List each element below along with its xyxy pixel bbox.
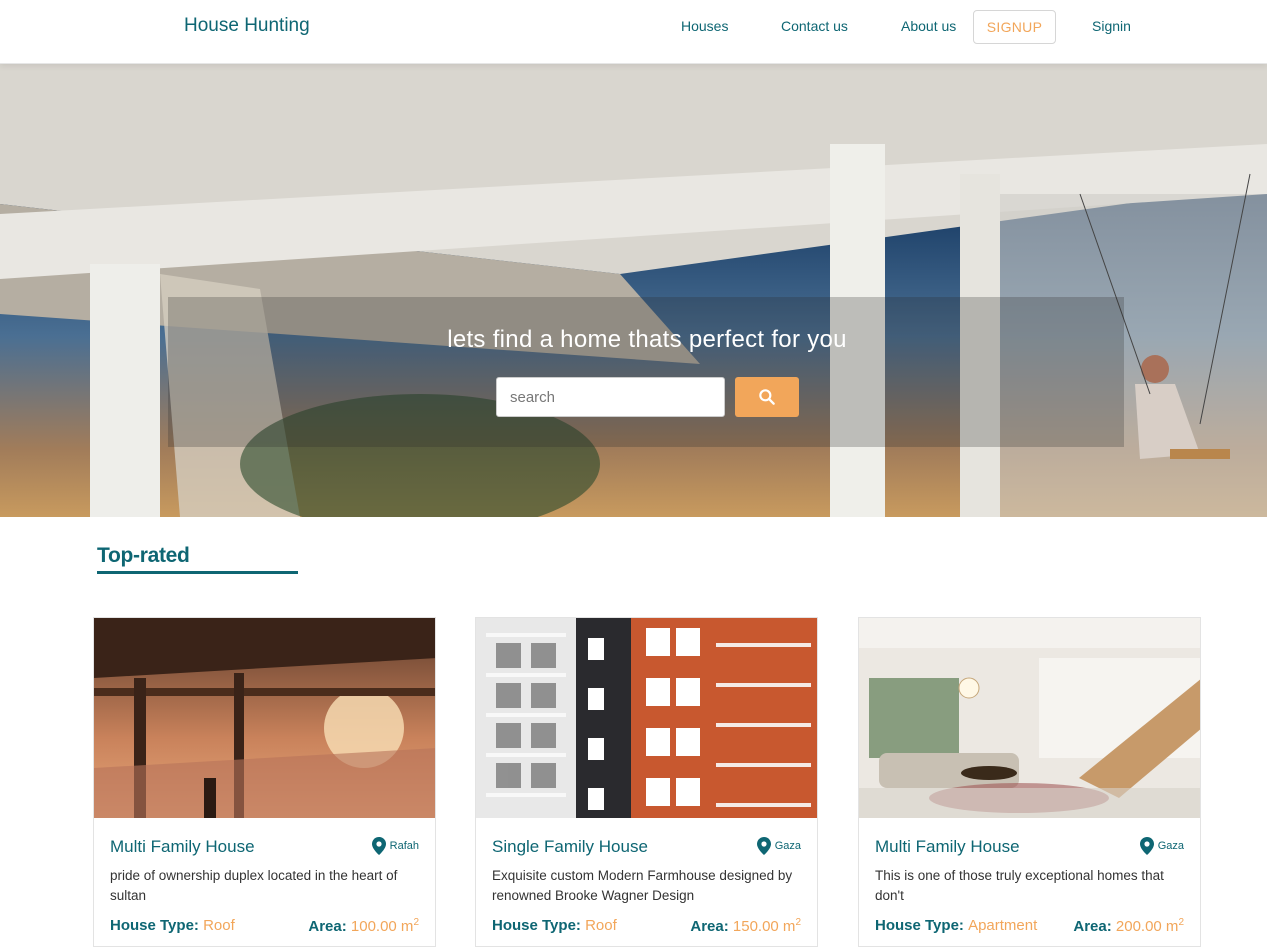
brand-logo[interactable]: House Hunting <box>184 15 310 37</box>
house-photo[interactable] <box>476 618 817 818</box>
top-rated-heading: Top-rated <box>97 544 190 567</box>
card-description: This is one of those truly exceptional h… <box>875 868 1164 903</box>
location-label: Gaza <box>774 840 801 852</box>
card-location: Gaza <box>756 837 801 855</box>
card-title[interactable]: Single Family House <box>492 837 648 857</box>
location-pin-icon <box>756 837 771 855</box>
card-description: Exquisite custom Modern Farmhouse design… <box>492 868 793 903</box>
search-icon <box>759 389 775 405</box>
area-label: Area: <box>1073 918 1112 935</box>
card-house-type: House Type: Apartment <box>875 917 1037 934</box>
navbar: House Hunting Houses Contact us About us… <box>0 0 1267 64</box>
area-value: 150.00 m <box>732 918 796 935</box>
location-label: Rafah <box>389 840 419 852</box>
location-pin-icon <box>1139 837 1154 855</box>
area-label: Area: <box>308 918 347 935</box>
house-type-value: Roof <box>203 917 235 934</box>
house-type-value: Apartment <box>968 917 1038 934</box>
area-unit-superscript: 2 <box>1178 917 1184 928</box>
card-area: Area: 150.00 m2 <box>690 917 801 935</box>
location-label: Gaza <box>1157 840 1184 852</box>
hero-search-panel <box>168 297 1124 447</box>
card-location: Gaza <box>1139 837 1184 855</box>
hero-title: lets find a home thats perfect for you <box>447 326 847 353</box>
area-label: Area: <box>690 918 729 935</box>
card-title[interactable]: Multi Family House <box>110 837 255 857</box>
area-value: 100.00 m <box>350 918 414 935</box>
card-area: Area: 100.00 m2 <box>308 917 419 935</box>
search-input[interactable] <box>496 377 725 417</box>
house-type-label: House Type: <box>110 917 199 934</box>
card-house-type: House Type: Roof <box>110 917 235 934</box>
signup-button[interactable]: SIGNUP <box>973 10 1056 44</box>
house-type-label: House Type: <box>875 917 964 934</box>
nav-signin-link[interactable]: Signin <box>1092 18 1131 34</box>
nav-contact-link[interactable]: Contact us <box>781 18 848 34</box>
heading-underline <box>97 571 298 574</box>
house-card[interactable]: Single Family House Gaza Exquisite custo… <box>475 617 818 947</box>
area-unit-superscript: 2 <box>413 917 419 928</box>
house-photo[interactable] <box>859 618 1200 818</box>
hero-banner <box>0 64 1267 517</box>
house-photo[interactable] <box>94 618 435 818</box>
nav-about-link[interactable]: About us <box>901 18 956 34</box>
house-type-value: Roof <box>585 917 617 934</box>
card-title[interactable]: Multi Family House <box>875 837 1020 857</box>
card-location: Rafah <box>371 837 419 855</box>
area-unit-superscript: 2 <box>795 917 801 928</box>
location-pin-icon <box>371 837 386 855</box>
house-type-label: House Type: <box>492 917 581 934</box>
area-value: 200.00 m <box>1115 918 1179 935</box>
house-card[interactable]: Multi Family House Rafah pride of owners… <box>93 617 436 947</box>
hero-background-image <box>0 64 1267 517</box>
search-button[interactable] <box>735 377 799 417</box>
nav-houses-link[interactable]: Houses <box>681 18 728 34</box>
card-description: pride of ownership duplex located in the… <box>110 868 398 903</box>
card-area: Area: 200.00 m2 <box>1073 917 1184 935</box>
house-card[interactable]: Multi Family House Gaza This is one of t… <box>858 617 1201 947</box>
card-house-type: House Type: Roof <box>492 917 617 934</box>
